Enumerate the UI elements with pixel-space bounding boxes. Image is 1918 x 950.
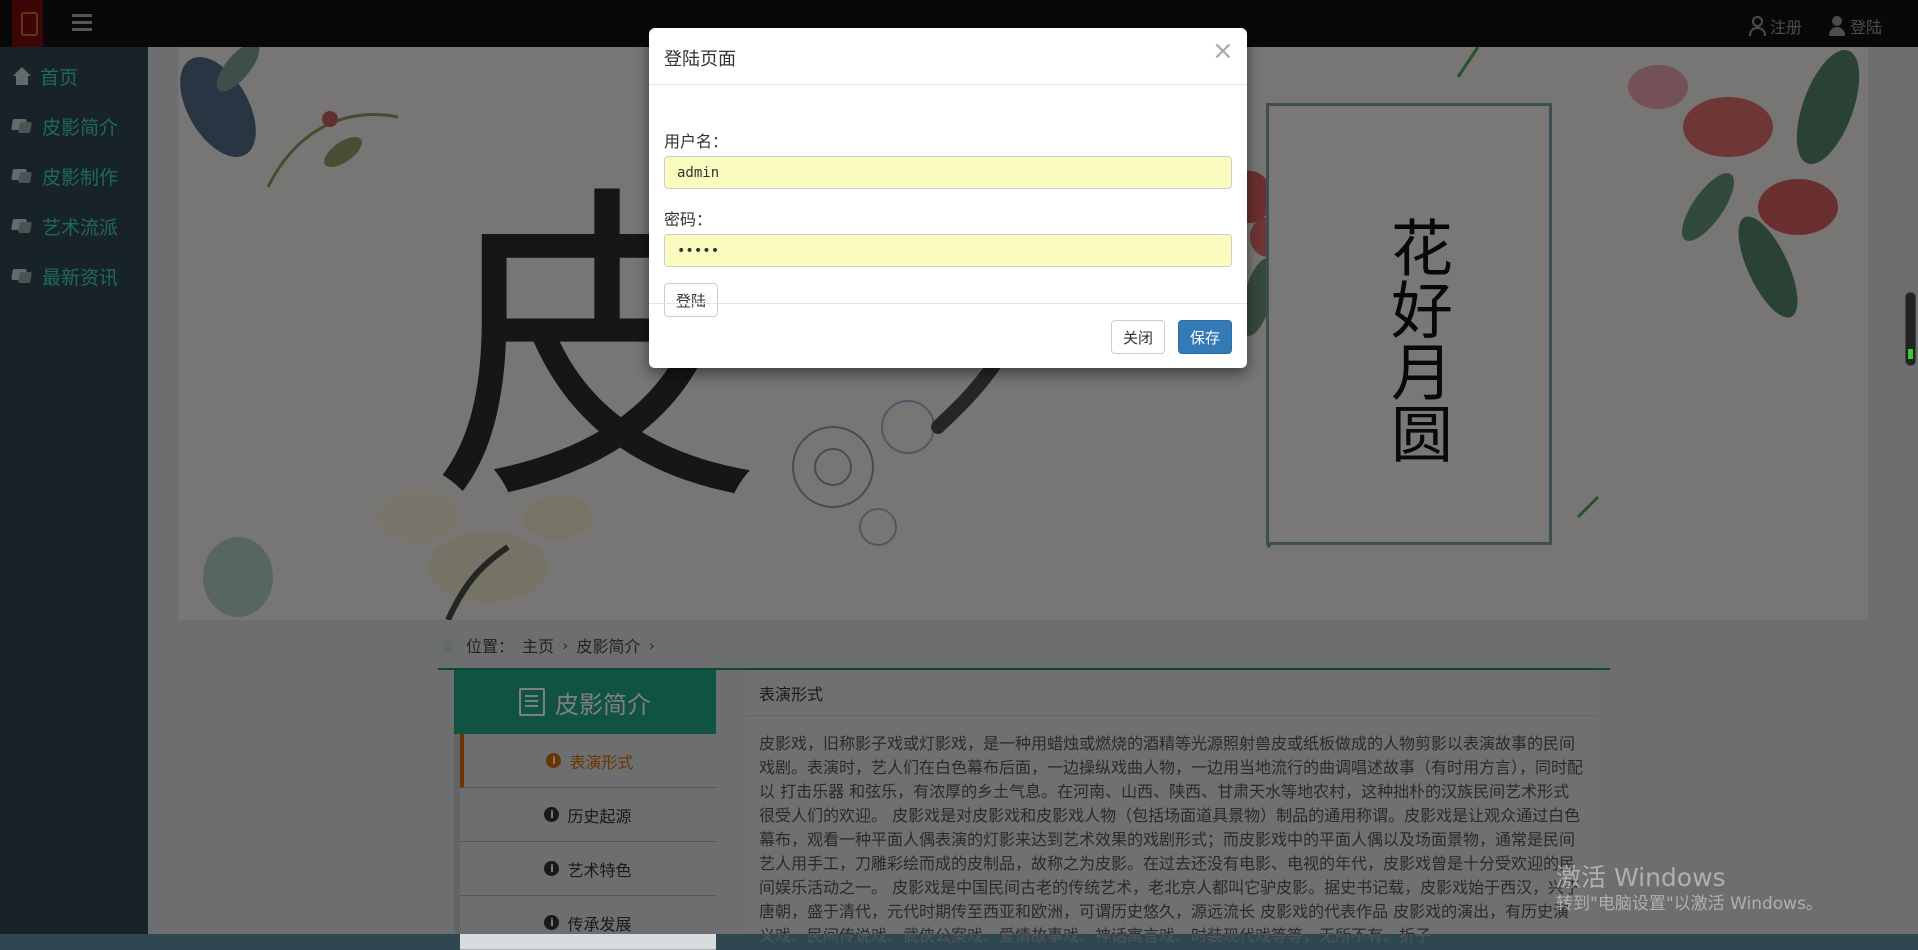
modal-footer: 关闭 保存: [649, 303, 1247, 369]
username-label: 用户名：: [664, 132, 729, 151]
password-label: 密码：: [664, 210, 713, 229]
close-button[interactable]: 关闭: [1111, 320, 1165, 354]
scrollbar-thumb[interactable]: [1905, 292, 1916, 366]
modal-header: 登陆页面 ×: [649, 28, 1247, 85]
close-icon[interactable]: ×: [1212, 38, 1234, 64]
activation-watermark-hint: 转到"电脑设置"以激活 Windows。: [1556, 894, 1823, 914]
modal-title: 登陆页面: [664, 49, 736, 70]
save-button[interactable]: 保存: [1178, 320, 1232, 354]
username-field[interactable]: [664, 156, 1232, 189]
login-modal: 登陆页面 × 用户名： 密码： 登陆 关闭 保存: [649, 28, 1247, 368]
password-field[interactable]: [664, 234, 1232, 267]
